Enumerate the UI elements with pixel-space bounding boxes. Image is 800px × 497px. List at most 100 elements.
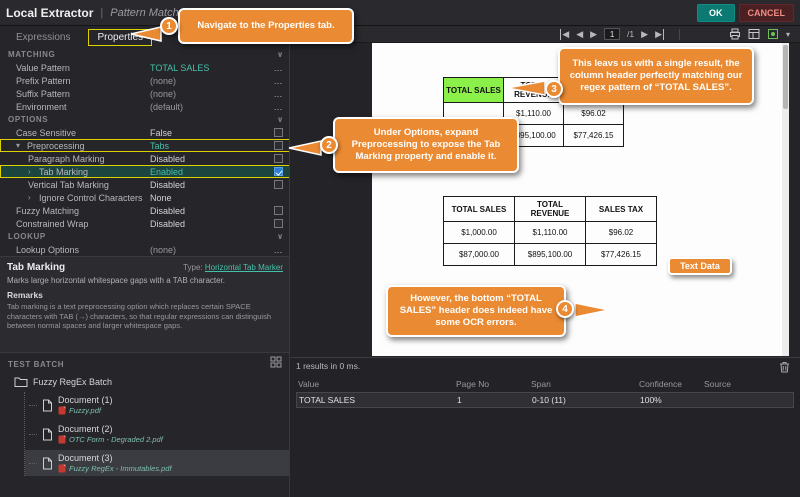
- callout-4-number: 4: [556, 300, 574, 318]
- callout-4: However, the bottom “TOTAL SALES” header…: [386, 285, 566, 337]
- table-cell: $87,000.00: [444, 244, 515, 266]
- tree-connector: [29, 463, 37, 464]
- pdf-icon: [58, 464, 66, 473]
- property-row-preprocessing[interactable]: ▾Preprocessing Tabs: [0, 139, 290, 152]
- print-icon[interactable]: [729, 28, 741, 40]
- chevron-down-icon[interactable]: ∨: [277, 50, 284, 59]
- property-row-case-sensitive[interactable]: Case Sensitive False: [0, 126, 290, 139]
- next-page-button-left[interactable]: ▶: [590, 29, 597, 40]
- table-cell: $895,100.00: [515, 244, 586, 266]
- property-row-suffix-pattern[interactable]: Suffix Pattern (none) …: [0, 87, 290, 100]
- title-bar: Local Extractor | Pattern Match OK CANCE…: [0, 0, 800, 26]
- column-header-confidence[interactable]: Confidence: [639, 379, 704, 389]
- callout-1-arrow-icon: [130, 25, 162, 43]
- property-label: Suffix Pattern: [16, 89, 70, 99]
- previous-page-button[interactable]: ◀: [576, 29, 583, 40]
- first-page-button[interactable]: ◀: [560, 29, 569, 40]
- document-icon: [42, 428, 53, 441]
- property-value: Disabled: [150, 180, 270, 190]
- tree-connector: [29, 434, 37, 435]
- ellipsis-button[interactable]: …: [270, 63, 286, 73]
- property-row-tab-marking[interactable]: ›Tab Marking Enabled: [0, 165, 290, 178]
- chevron-down-icon[interactable]: ∨: [277, 232, 284, 241]
- next-page-button[interactable]: ▶: [641, 29, 648, 40]
- checkbox-unchecked[interactable]: [274, 128, 283, 137]
- document-table-bottom: TOTAL SALES TOTAL REVENUE SALES TAX $1,0…: [443, 196, 657, 266]
- property-value: (none): [150, 245, 270, 255]
- property-label: Prefix Pattern: [16, 76, 71, 86]
- callout-4-arrow-icon: [574, 301, 610, 319]
- checkbox-unchecked[interactable]: [274, 180, 283, 189]
- property-label: Preprocessing: [27, 141, 85, 151]
- result-page-no: 1: [457, 395, 532, 405]
- table-cell: $96.02: [564, 103, 624, 125]
- column-header-page-no[interactable]: Page No: [456, 379, 531, 389]
- page-scrollbar[interactable]: [782, 43, 789, 356]
- type-link[interactable]: Horizontal Tab Marker: [205, 263, 283, 272]
- callout-1-number: 1: [160, 17, 178, 35]
- checkbox-unchecked[interactable]: [274, 154, 283, 163]
- scrollbar-thumb[interactable]: [783, 45, 788, 109]
- tree-item-batch-folder[interactable]: Fuzzy RegEx Batch: [10, 374, 290, 389]
- table-cell: $1,000.00: [444, 222, 515, 244]
- description-summary: Marks large horizontal whitespace gaps w…: [7, 276, 283, 285]
- column-header-span[interactable]: Span: [531, 379, 639, 389]
- table-cell: $77,426.15: [564, 125, 624, 147]
- pdf-icon: [58, 406, 66, 415]
- section-header-lookup[interactable]: LOOKUP ∨: [0, 230, 290, 243]
- batch-children: Document (1) Fuzzy.pdf Document (2) OTC …: [24, 392, 290, 476]
- tab-expressions[interactable]: Expressions: [8, 30, 78, 45]
- folder-label: Fuzzy RegEx Batch: [33, 377, 112, 387]
- checkbox-unchecked[interactable]: [274, 219, 283, 228]
- ellipsis-button[interactable]: …: [270, 89, 286, 99]
- section-header-options[interactable]: OPTIONS ∨: [0, 113, 290, 126]
- property-row-constrained-wrap[interactable]: Constrained Wrap Disabled: [0, 217, 290, 230]
- ellipsis-button[interactable]: …: [270, 245, 286, 255]
- title-separator: |: [100, 7, 103, 19]
- property-row-environment[interactable]: Environment (default) …: [0, 100, 290, 113]
- property-row-paragraph-marking[interactable]: Paragraph Marking Disabled: [0, 152, 290, 165]
- chevron-down-icon[interactable]: ∨: [277, 115, 284, 124]
- property-description-panel: Tab Marking Type: Horizontal Tab Marker …: [0, 256, 290, 352]
- tree-item-document-3[interactable]: Document (3) Fuzzy RegEx - Immutables.pd…: [25, 450, 290, 476]
- result-confidence: 100%: [640, 395, 705, 405]
- property-value: (none): [150, 89, 270, 99]
- cancel-button[interactable]: CANCEL: [739, 4, 795, 22]
- result-row[interactable]: TOTAL SALES 1 0-10 (11) 100%: [296, 392, 794, 408]
- trash-icon[interactable]: [779, 360, 790, 378]
- layout-grid-icon[interactable]: [748, 28, 760, 40]
- description-type: Type: Horizontal Tab Marker: [183, 263, 283, 272]
- chevron-right-icon[interactable]: ›: [28, 193, 36, 202]
- page-number-input[interactable]: 1: [604, 28, 620, 40]
- property-row-fuzzy-matching[interactable]: Fuzzy Matching Disabled: [0, 204, 290, 217]
- column-header-source[interactable]: Source: [704, 379, 794, 389]
- property-row-lookup-options[interactable]: Lookup Options (none) …: [0, 243, 290, 256]
- ellipsis-button[interactable]: …: [270, 76, 286, 86]
- last-page-button[interactable]: ▶: [655, 29, 664, 40]
- property-label: Paragraph Marking: [28, 154, 105, 164]
- chevron-down-icon[interactable]: ▾: [786, 30, 790, 39]
- property-row-ignore-control-characters[interactable]: ›Ignore Control Characters None: [0, 191, 290, 204]
- view-options-icon[interactable]: [767, 28, 779, 40]
- property-row-value-pattern[interactable]: Value Pattern TOTAL SALES …: [0, 61, 290, 74]
- ok-button[interactable]: OK: [697, 4, 735, 22]
- callout-2: Under Options, expand Preprocessing to e…: [333, 117, 519, 173]
- page-count-label: /1: [627, 29, 634, 39]
- column-header-value[interactable]: Value: [296, 379, 456, 389]
- panel-divider: [289, 26, 290, 497]
- caret-down-icon[interactable]: ▾: [16, 141, 24, 150]
- tree-item-document-1[interactable]: Document (1) Fuzzy.pdf: [25, 392, 290, 418]
- section-header-matching[interactable]: MATCHING ∨: [0, 48, 290, 61]
- property-value: False: [150, 128, 270, 138]
- property-row-vertical-tab-marking[interactable]: Vertical Tab Marking Disabled: [0, 178, 290, 191]
- ellipsis-button[interactable]: …: [270, 102, 286, 112]
- results-panel: 1 results in 0 ms. Value Page No Span Co…: [290, 357, 800, 497]
- property-row-prefix-pattern[interactable]: Prefix Pattern (none) …: [0, 74, 290, 87]
- checkbox-unchecked[interactable]: [274, 141, 283, 150]
- tree-item-document-2[interactable]: Document (2) OTC Form - Degraded 2.pdf: [25, 421, 290, 447]
- checkbox-unchecked[interactable]: [274, 206, 283, 215]
- batch-grid-icon[interactable]: [270, 355, 282, 373]
- checkbox-checked[interactable]: [274, 167, 283, 176]
- property-value: (none): [150, 76, 270, 86]
- results-status: 1 results in 0 ms.: [296, 361, 360, 371]
